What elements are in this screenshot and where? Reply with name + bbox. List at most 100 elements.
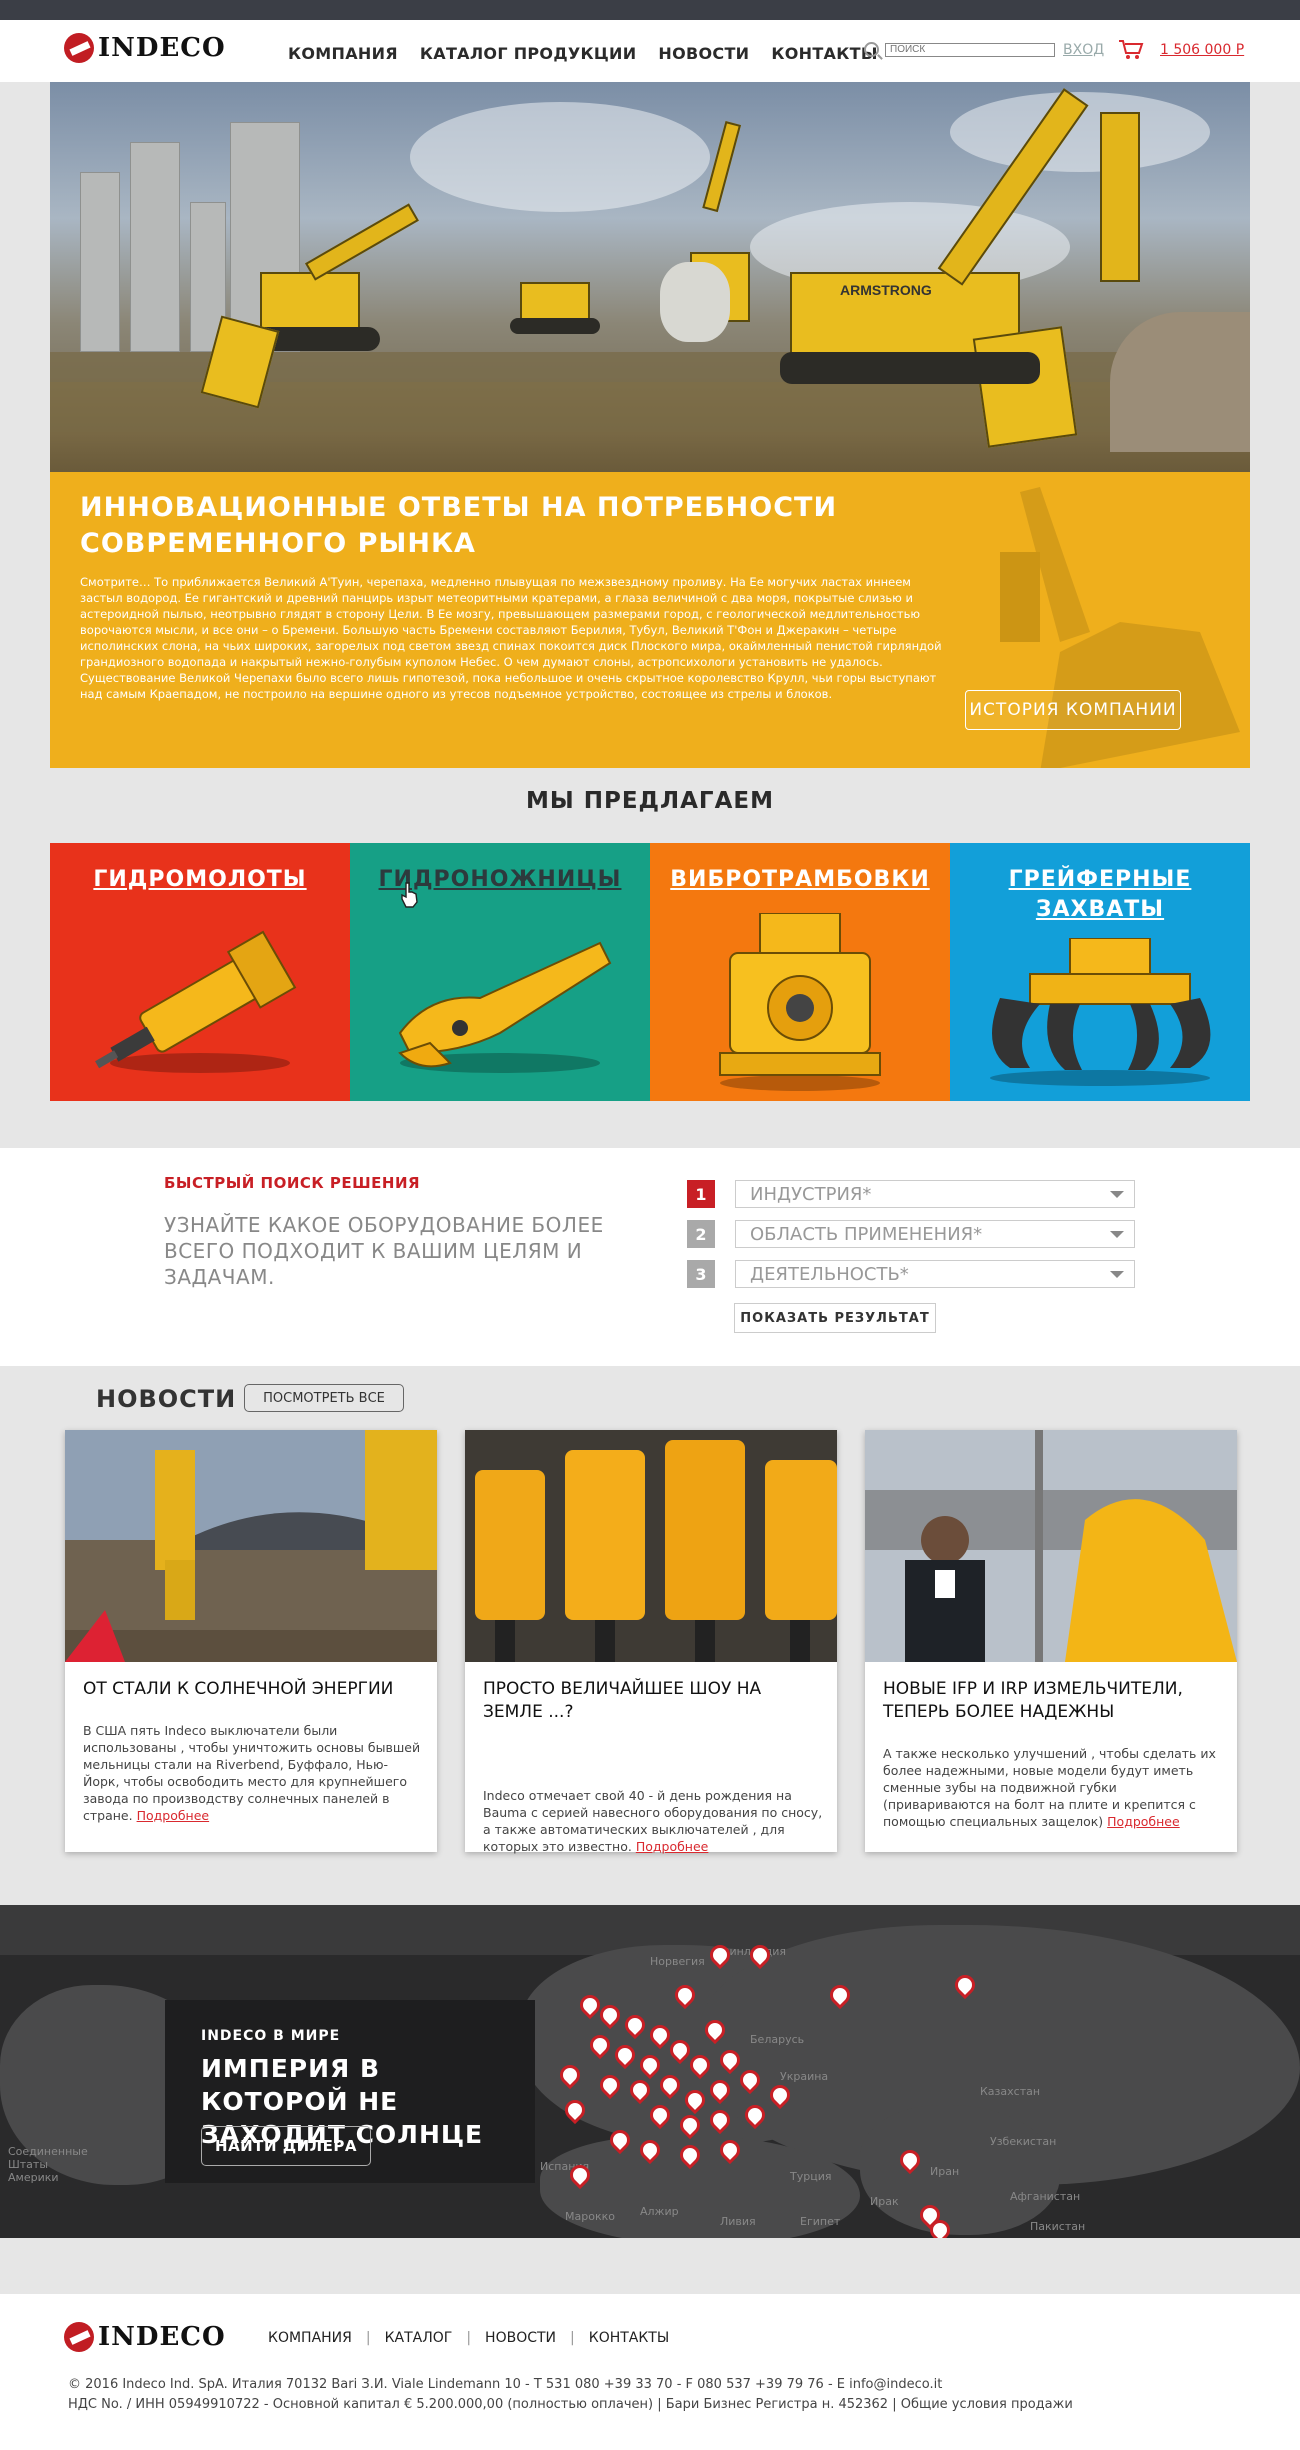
logo-mark-icon: [64, 33, 94, 63]
tile-hydrohammers[interactable]: ГИДРОМОЛОТЫ: [50, 843, 350, 1101]
search-input[interactable]: [885, 42, 1055, 57]
nav-contacts[interactable]: КОНТАКТЫ: [771, 44, 877, 63]
show-result-button[interactable]: ПОКАЗАТЬ РЕЗУЛЬТАТ: [734, 1303, 936, 1333]
offer-title: МЫ ПРЕДЛАГАЕМ: [526, 788, 774, 814]
map-label: Соединенные Штаты Америки: [8, 2145, 88, 2184]
tile-label: ГИДРОМОЛОТЫ: [93, 867, 307, 892]
footer-copyright: © 2016 Indeco Ind. SpA. Италия 70132 Bar…: [68, 2375, 1073, 2415]
chevron-down-icon: [1110, 1190, 1124, 1198]
view-all-button[interactable]: ПОСМОТРЕТЬ ВСЕ: [244, 1384, 404, 1412]
nav-news[interactable]: НОВОСТИ: [658, 44, 749, 63]
tile-grapples[interactable]: ГРЕЙФЕРНЫЕ ЗАХВАТЫ: [950, 843, 1250, 1101]
map-label: Турция: [790, 2170, 832, 2183]
grapple-icon: [990, 938, 1211, 1086]
map-label: Марокко: [565, 2210, 615, 2223]
footer-nav-catalog[interactable]: КАТАЛОГ: [385, 2330, 453, 2346]
cart-icon[interactable]: [1118, 38, 1144, 60]
select-row-3: 3 ДЕЯТЕЛЬНОСТЬ*: [687, 1260, 1135, 1288]
quick-label: БЫСТРЫЙ ПОИСК РЕШЕНИЯ: [164, 1174, 421, 1192]
map-label: Пакистан: [1030, 2220, 1086, 2233]
login-link[interactable]: ВХОД: [1063, 42, 1104, 58]
map-label: Египет: [800, 2215, 841, 2228]
news-image: [465, 1430, 837, 1662]
footer-nav-company[interactable]: КОМПАНИЯ: [268, 2330, 352, 2346]
map-label: Иран: [930, 2165, 960, 2178]
map-label: Украина: [780, 2070, 829, 2083]
search-box: [864, 42, 1055, 57]
map-label: Беларусь: [750, 2033, 805, 2046]
nav-catalog[interactable]: КАТАЛОГ ПРОДУКЦИИ: [420, 44, 637, 63]
footer-nav-news[interactable]: НОВОСТИ: [485, 2330, 556, 2346]
quick-text: УЗНАЙТЕ КАКОЕ ОБОРУДОВАНИЕ БОЛЕЕ ВСЕГО П…: [164, 1213, 604, 1289]
activity-select[interactable]: ДЕЯТЕЛЬНОСТЬ*: [735, 1260, 1135, 1288]
map-label: Ирак: [870, 2195, 899, 2208]
cart-total[interactable]: 1 506 000 Р: [1160, 42, 1244, 58]
machine-label: ARMSTRONG: [840, 282, 932, 298]
footer-logo[interactable]: INDECO: [64, 2322, 226, 2352]
logo-text: INDECO: [98, 33, 226, 63]
select-label: ДЕЯТЕЛЬНОСТЬ*: [750, 1263, 909, 1285]
search-icon[interactable]: [864, 42, 879, 57]
map-label: Афганистан: [1010, 2190, 1081, 2203]
find-dealer-button[interactable]: НАЙТИ ДИЛЕРА: [201, 2126, 371, 2166]
map-label: Норвегия: [650, 1955, 705, 1968]
chevron-down-icon: [1110, 1270, 1124, 1278]
world-box: INDECO В МИРЕ ИМПЕРИЯ В КОТОРОЙ НЕ ЗАХОД…: [165, 2000, 535, 2183]
read-more-link[interactable]: Подробнее: [137, 1808, 210, 1823]
news-headline[interactable]: ПРОСТО ВЕЛИЧАЙШЕЕ ШОУ НА ЗЕМЛЕ ...?: [483, 1678, 823, 1724]
news-headline[interactable]: НОВЫЕ IFP И IRP ИЗМЕЛЬЧИТЕЛИ, ТЕПЕРЬ БОЛ…: [883, 1678, 1223, 1724]
map-label: Алжир: [640, 2205, 679, 2218]
news-image: [65, 1430, 437, 1662]
footer-nav-contacts[interactable]: КОНТАКТЫ: [589, 2330, 669, 2346]
top-strip: [0, 0, 1300, 20]
shears-icon: [398, 941, 612, 1073]
news-text: Indeco отмечает свой 40 - й день рождени…: [483, 1788, 823, 1854]
panel-text: Смотрите… То приближается Великий А'Туин…: [80, 575, 942, 701]
logo[interactable]: INDECO: [64, 33, 226, 63]
map-label: Узбекистан: [990, 2135, 1057, 2148]
select-label: ОБЛАСТЬ ПРИМЕНЕНИЯ*: [750, 1223, 983, 1245]
step-number: 1: [687, 1180, 715, 1208]
map-label: Ливия: [720, 2215, 756, 2228]
hero-image: ARMSTRONG: [50, 82, 1250, 472]
chevron-down-icon: [1110, 1230, 1124, 1238]
select-label: ИНДУСТРИЯ*: [750, 1183, 872, 1205]
industry-select[interactable]: ИНДУСТРИЯ*: [735, 1180, 1135, 1208]
map-label: Казахстан: [980, 2085, 1041, 2098]
footer-line-2: НДС No. / ИНН 05949910722 - Основной кап…: [68, 2397, 1073, 2412]
logo-mark-icon: [64, 2322, 94, 2352]
hero-panel: ИННОВАЦИОННЫЕ ОТВЕТЫ НА ПОТРЕБНОСТИ СОВР…: [50, 472, 1250, 768]
news-card[interactable]: ПРОСТО ВЕЛИЧАЙШЕЕ ШОУ НА ЗЕМЛЕ ...? Inde…: [465, 1430, 837, 1854]
offer-tiles: ГИДРОМОЛОТЫ ГИДРОНОЖНИЦЫ ВИБРОТРАМБОВКИ: [50, 843, 1250, 1101]
tile-label: ГИДРОНОЖНИЦЫ: [378, 867, 622, 892]
news-text: А также несколько улучшений , чтобы сдел…: [883, 1746, 1216, 1829]
compactor-icon: [719, 913, 881, 1091]
news-card[interactable]: НОВЫЕ IFP И IRP ИЗМЕЛЬЧИТЕЛИ, ТЕПЕРЬ БОЛ…: [865, 1430, 1237, 1852]
nav-company[interactable]: КОМПАНИЯ: [288, 44, 398, 63]
main-nav: КОМПАНИЯ КАТАЛОГ ПРОДУКЦИИ НОВОСТИ КОНТА…: [288, 44, 878, 63]
news-text: В США пять Indeco выключатели были испол…: [83, 1723, 421, 1823]
tile-label: ГРЕЙФЕРНЫЕ ЗАХВАТЫ: [1008, 867, 1192, 922]
news-title: НОВОСТИ: [96, 1385, 237, 1413]
step-number: 3: [687, 1260, 715, 1288]
world-small-title: INDECO В МИРЕ: [201, 2028, 341, 2044]
application-select[interactable]: ОБЛАСТЬ ПРИМЕНЕНИЯ*: [735, 1220, 1135, 1248]
hand-cursor-icon: [401, 882, 418, 908]
footer-line-1: © 2016 Indeco Ind. SpA. Италия 70132 Bar…: [68, 2377, 943, 2392]
panel-title: ИННОВАЦИОННЫЕ ОТВЕТЫ НА ПОТРЕБНОСТИ СОВР…: [80, 492, 838, 559]
news-image: [865, 1430, 1237, 1662]
logo-text: INDECO: [98, 2322, 226, 2352]
tile-label: ВИБРОТРАМБОВКИ: [670, 867, 930, 892]
step-number: 2: [687, 1220, 715, 1248]
hammer-icon: [95, 930, 297, 1073]
select-row-1: 1 ИНДУСТРИЯ*: [687, 1180, 1135, 1208]
news-headline[interactable]: ОТ СТАЛИ К СОЛНЕЧНОЙ ЭНЕРГИИ: [83, 1678, 423, 1701]
site-footer: INDECO: [0, 2294, 1300, 2450]
company-history-button[interactable]: ИСТОРИЯ КОМПАНИИ: [965, 690, 1181, 730]
read-more-link[interactable]: Подробнее: [636, 1839, 709, 1854]
news-card[interactable]: ОТ СТАЛИ К СОЛНЕЧНОЙ ЭНЕРГИИ В США пять …: [65, 1430, 437, 1852]
read-more-link[interactable]: Подробнее: [1107, 1814, 1180, 1829]
tile-vibrocompactors[interactable]: ВИБРОТРАМБОВКИ: [650, 843, 950, 1101]
select-row-2: 2 ОБЛАСТЬ ПРИМЕНЕНИЯ*: [687, 1220, 1135, 1248]
tile-hydroshears[interactable]: ГИДРОНОЖНИЦЫ: [350, 843, 650, 1101]
